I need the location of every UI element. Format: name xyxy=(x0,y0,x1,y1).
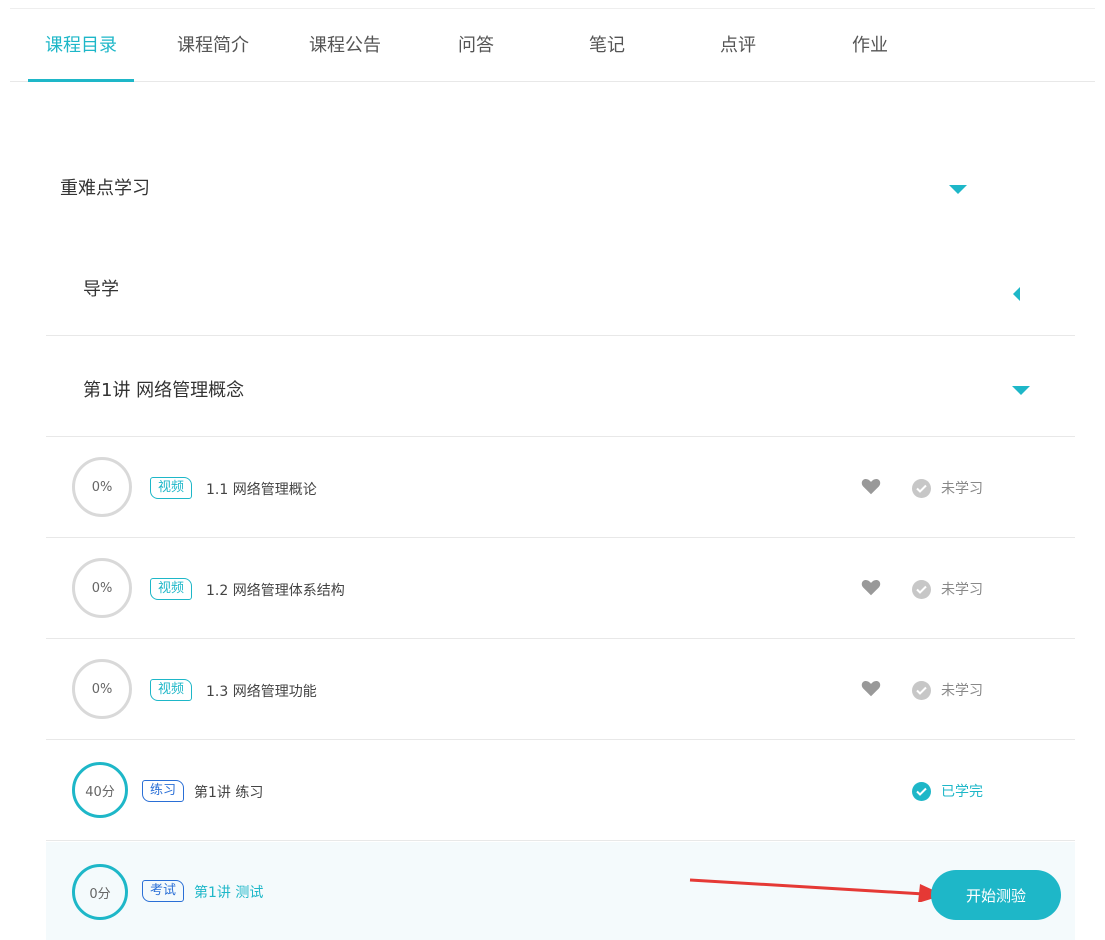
progress-circle: 0% xyxy=(72,457,132,517)
status-indicator: 未学习 xyxy=(912,477,983,499)
check-circle-icon xyxy=(912,478,931,498)
check-circle-icon xyxy=(912,680,931,700)
video-tag: 视频 xyxy=(150,477,193,499)
status-text: 未学习 xyxy=(941,683,983,699)
tab-homework[interactable]: 作业 xyxy=(817,31,923,61)
progress-circle: 0% xyxy=(72,558,132,618)
item-title[interactable]: 1.1 网络管理概论 xyxy=(206,479,317,499)
list-item[interactable]: 0% 视频 1.2 网络管理体系结构 未学习 xyxy=(46,538,1075,639)
status-indicator: 已学完 xyxy=(912,780,983,802)
tab-announcements[interactable]: 课程公告 xyxy=(292,31,398,61)
tab-catalog[interactable]: 课程目录 xyxy=(28,31,134,61)
check-circle-icon xyxy=(912,781,931,801)
red-arrow-annotation xyxy=(689,878,944,902)
caret-down-icon[interactable] xyxy=(1012,386,1030,395)
heart-icon[interactable] xyxy=(860,475,882,497)
check-circle-icon xyxy=(912,579,931,599)
status-text: 未学习 xyxy=(941,481,983,497)
list-item[interactable]: 0分 考试 第1讲 测试 开始测验 xyxy=(46,842,1075,940)
course-panel: 课程目录 课程简介 课程公告 问答 笔记 点评 作业 重难点学习 导学 第1讲 … xyxy=(10,8,1095,940)
caret-left-icon[interactable] xyxy=(1013,287,1020,301)
status-text: 已学完 xyxy=(941,784,983,800)
tab-bar: 课程目录 课程简介 课程公告 问答 笔记 点评 作业 xyxy=(10,9,1095,82)
tab-notes[interactable]: 笔记 xyxy=(554,31,660,61)
caret-down-icon[interactable] xyxy=(949,185,967,194)
list-item[interactable]: 0% 视频 1.3 网络管理功能 未学习 xyxy=(46,639,1075,740)
status-text: 未学习 xyxy=(941,582,983,598)
item-title[interactable]: 第1讲 测试 xyxy=(194,882,263,902)
list-item[interactable]: 40分 练习 第1讲 练习 已学完 xyxy=(46,740,1075,841)
tab-qa[interactable]: 问答 xyxy=(423,31,529,61)
chapter-title: 第1讲 网络管理概念 xyxy=(83,380,245,401)
chapter-lecture-1[interactable]: 第1讲 网络管理概念 xyxy=(46,336,1075,437)
exam-tag: 考试 xyxy=(142,880,185,902)
item-title[interactable]: 第1讲 练习 xyxy=(194,782,263,802)
heart-icon[interactable] xyxy=(860,677,882,699)
video-tag: 视频 xyxy=(150,578,193,600)
chapter-title: 导学 xyxy=(83,279,119,300)
start-test-button[interactable]: 开始测验 xyxy=(931,870,1061,920)
item-title[interactable]: 1.2 网络管理体系结构 xyxy=(206,580,345,600)
status-indicator: 未学习 xyxy=(912,679,983,701)
progress-circle: 0% xyxy=(72,659,132,719)
exercise-tag: 练习 xyxy=(142,780,185,802)
score-circle: 40分 xyxy=(72,762,128,818)
active-tab-indicator xyxy=(28,79,134,82)
video-tag: 视频 xyxy=(150,679,193,701)
status-indicator: 未学习 xyxy=(912,578,983,600)
score-circle: 0分 xyxy=(72,864,128,920)
tab-intro[interactable]: 课程简介 xyxy=(160,31,266,61)
heart-icon[interactable] xyxy=(860,576,882,598)
list-item[interactable]: 0% 视频 1.1 网络管理概论 未学习 xyxy=(46,437,1075,538)
item-title[interactable]: 1.3 网络管理功能 xyxy=(206,681,317,701)
tab-reviews[interactable]: 点评 xyxy=(685,31,791,61)
chapter-guide[interactable]: 导学 xyxy=(46,235,1075,336)
section-title[interactable]: 重难点学习 xyxy=(60,174,150,200)
